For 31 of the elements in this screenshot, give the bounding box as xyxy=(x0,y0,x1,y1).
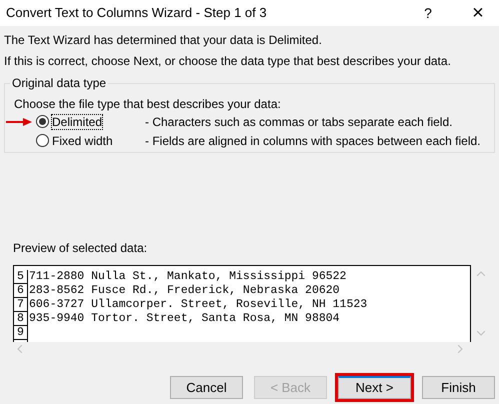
option-description: - Fields are aligned in columns with spaces between each field. xyxy=(145,134,481,148)
scroll-down-icon[interactable] xyxy=(477,331,485,336)
option-label[interactable]: Delimited xyxy=(52,114,102,128)
data-line: 606-3727 Ullamcorper. Street, Roseville, NH 11523 xyxy=(28,298,368,312)
option-description: - Characters such as commas or tabs separate each field. xyxy=(145,114,452,128)
option-label[interactable]: Fixed width xyxy=(52,134,113,148)
data-line: 935-9940 Tortor. Street, Santa Rosa, MN 98804 xyxy=(28,312,340,326)
scroll-up-icon[interactable] xyxy=(477,271,485,276)
instruction-text: If this is correct, choose Next, or choose the data type that best describes your data. xyxy=(4,54,452,69)
scroll-right-icon[interactable] xyxy=(458,345,463,353)
row-number: 7 xyxy=(14,298,28,312)
close-button[interactable]: × xyxy=(463,1,493,25)
prompt-text: Choose the file type that best describes your data: xyxy=(14,97,282,112)
dialog-button[interactable]: Cancel xyxy=(170,376,243,399)
dialog-button[interactable]: Next > xyxy=(338,376,411,399)
horizontal-scrollbar[interactable] xyxy=(17,342,463,356)
dialog-button[interactable]: Finish xyxy=(422,376,495,399)
radio-button[interactable] xyxy=(36,134,49,147)
row-number: 6 xyxy=(14,284,28,298)
data-line: 711-2880 Nulla St., Mankato, Mississippi 96522 xyxy=(28,270,346,284)
window-title: Convert Text to Columns Wizard - Step 1 of 3 xyxy=(6,4,268,22)
help-button[interactable]: ? xyxy=(413,1,443,25)
data-line: 283-8562 Fusce Rd., Frederick, Nebraska 20620 xyxy=(28,284,340,298)
preview-label: Preview of selected data: xyxy=(13,241,148,256)
scroll-left-icon[interactable] xyxy=(17,345,22,353)
row-number: 5 xyxy=(14,270,28,284)
row-number: 9 xyxy=(14,326,28,340)
instruction-text: The Text Wizard has determined that your data is Delimited. xyxy=(4,33,323,48)
group-title: Original data type xyxy=(10,76,108,91)
radio-button[interactable] xyxy=(36,115,49,128)
row-number: 8 xyxy=(14,312,28,326)
